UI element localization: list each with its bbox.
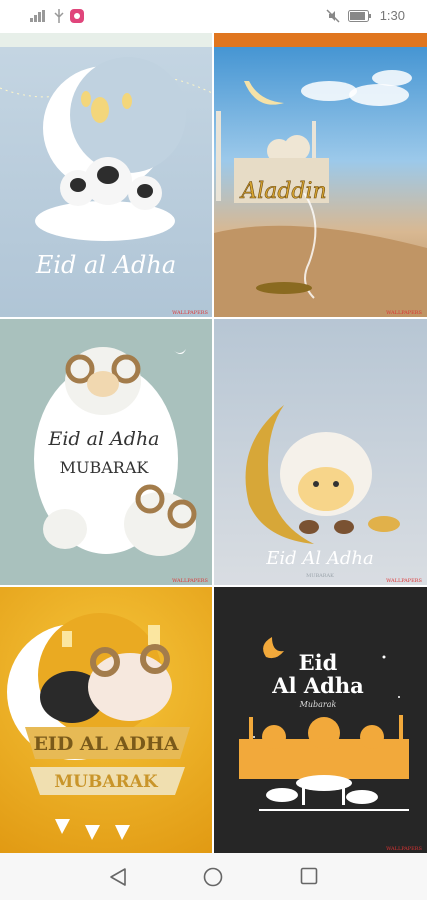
wallpaper-tile-4[interactable]: Eid Al Adha MUBARAK WALLPAPERS: [214, 319, 427, 585]
wallpaper-6-title: Eid: [299, 650, 338, 675]
app-notification-icon: [70, 9, 84, 23]
wallpaper-4-art: Eid Al Adha MUBARAK WALLPAPERS: [245, 405, 423, 584]
wallpaper-6-title2: Al Adha: [271, 673, 364, 698]
wallpaper-2-title: Aladdin: [239, 179, 326, 204]
home-icon[interactable]: [203, 867, 223, 887]
wallpaper-6-subtitle: Mubarak: [299, 700, 337, 709]
wallpaper-5-title: EID AL ADHA: [33, 733, 178, 755]
status-left-icons: [30, 9, 84, 23]
wallpaper-tile-6[interactable]: Eid Al Adha Mubarak WALLPAPERS: [214, 587, 427, 853]
mute-icon: [326, 8, 340, 23]
signal-icon: [30, 10, 45, 22]
recents-icon[interactable]: [300, 867, 318, 885]
wallpaper-4-title: Eid Al Adha: [265, 548, 373, 569]
wallpaper-1-watermark: WALLPAPERS: [172, 310, 208, 316]
wallpaper-3-watermark: WALLPAPERS: [172, 578, 208, 584]
wallpaper-4-watermark: WALLPAPERS: [386, 578, 422, 584]
wallpaper-5-art: EID AL ADHA MUBARAK: [7, 613, 190, 840]
back-icon[interactable]: [109, 867, 127, 887]
wallpaper-3-title: Eid al Adha: [47, 428, 159, 450]
status-right-icons: 1:30: [326, 8, 405, 23]
wallpaper-grid: Eid al Adha WALLPAPERS Aladdin WALLPAPER…: [0, 33, 427, 853]
wallpaper-4-subtitle: MUBARAK: [306, 573, 334, 579]
wallpaper-tile-1[interactable]: Eid al Adha WALLPAPERS: [0, 33, 212, 317]
wallpaper-3-art: Eid al Adha MUBARAK WALLPAPERS: [34, 347, 209, 584]
wallpaper-tile-2[interactable]: Aladdin WALLPAPERS: [214, 33, 427, 317]
status-time: 1:30: [379, 8, 405, 23]
wallpaper-2-art: Aladdin WALLPAPERS: [214, 33, 427, 317]
wallpaper-tile-3[interactable]: Eid al Adha MUBARAK WALLPAPERS: [0, 319, 212, 585]
usb-icon: [54, 9, 64, 23]
status-bar: 1:30: [0, 0, 427, 33]
wallpaper-2-watermark: WALLPAPERS: [386, 310, 422, 316]
wallpaper-6-watermark: WALLPAPERS: [386, 846, 422, 852]
battery-icon: [347, 9, 371, 22]
wallpaper-3-subtitle: MUBARAK: [60, 458, 150, 477]
navigation-bar: [0, 853, 427, 900]
wallpaper-1-title: Eid al Adha: [35, 251, 176, 279]
wallpaper-6-art: Eid Al Adha Mubarak WALLPAPERS: [239, 637, 423, 852]
wallpaper-1-art: Eid al Adha WALLPAPERS: [0, 33, 212, 316]
wallpaper-5-subtitle: MUBARAK: [54, 772, 159, 792]
wallpaper-tile-5[interactable]: EID AL ADHA MUBARAK: [0, 587, 212, 853]
